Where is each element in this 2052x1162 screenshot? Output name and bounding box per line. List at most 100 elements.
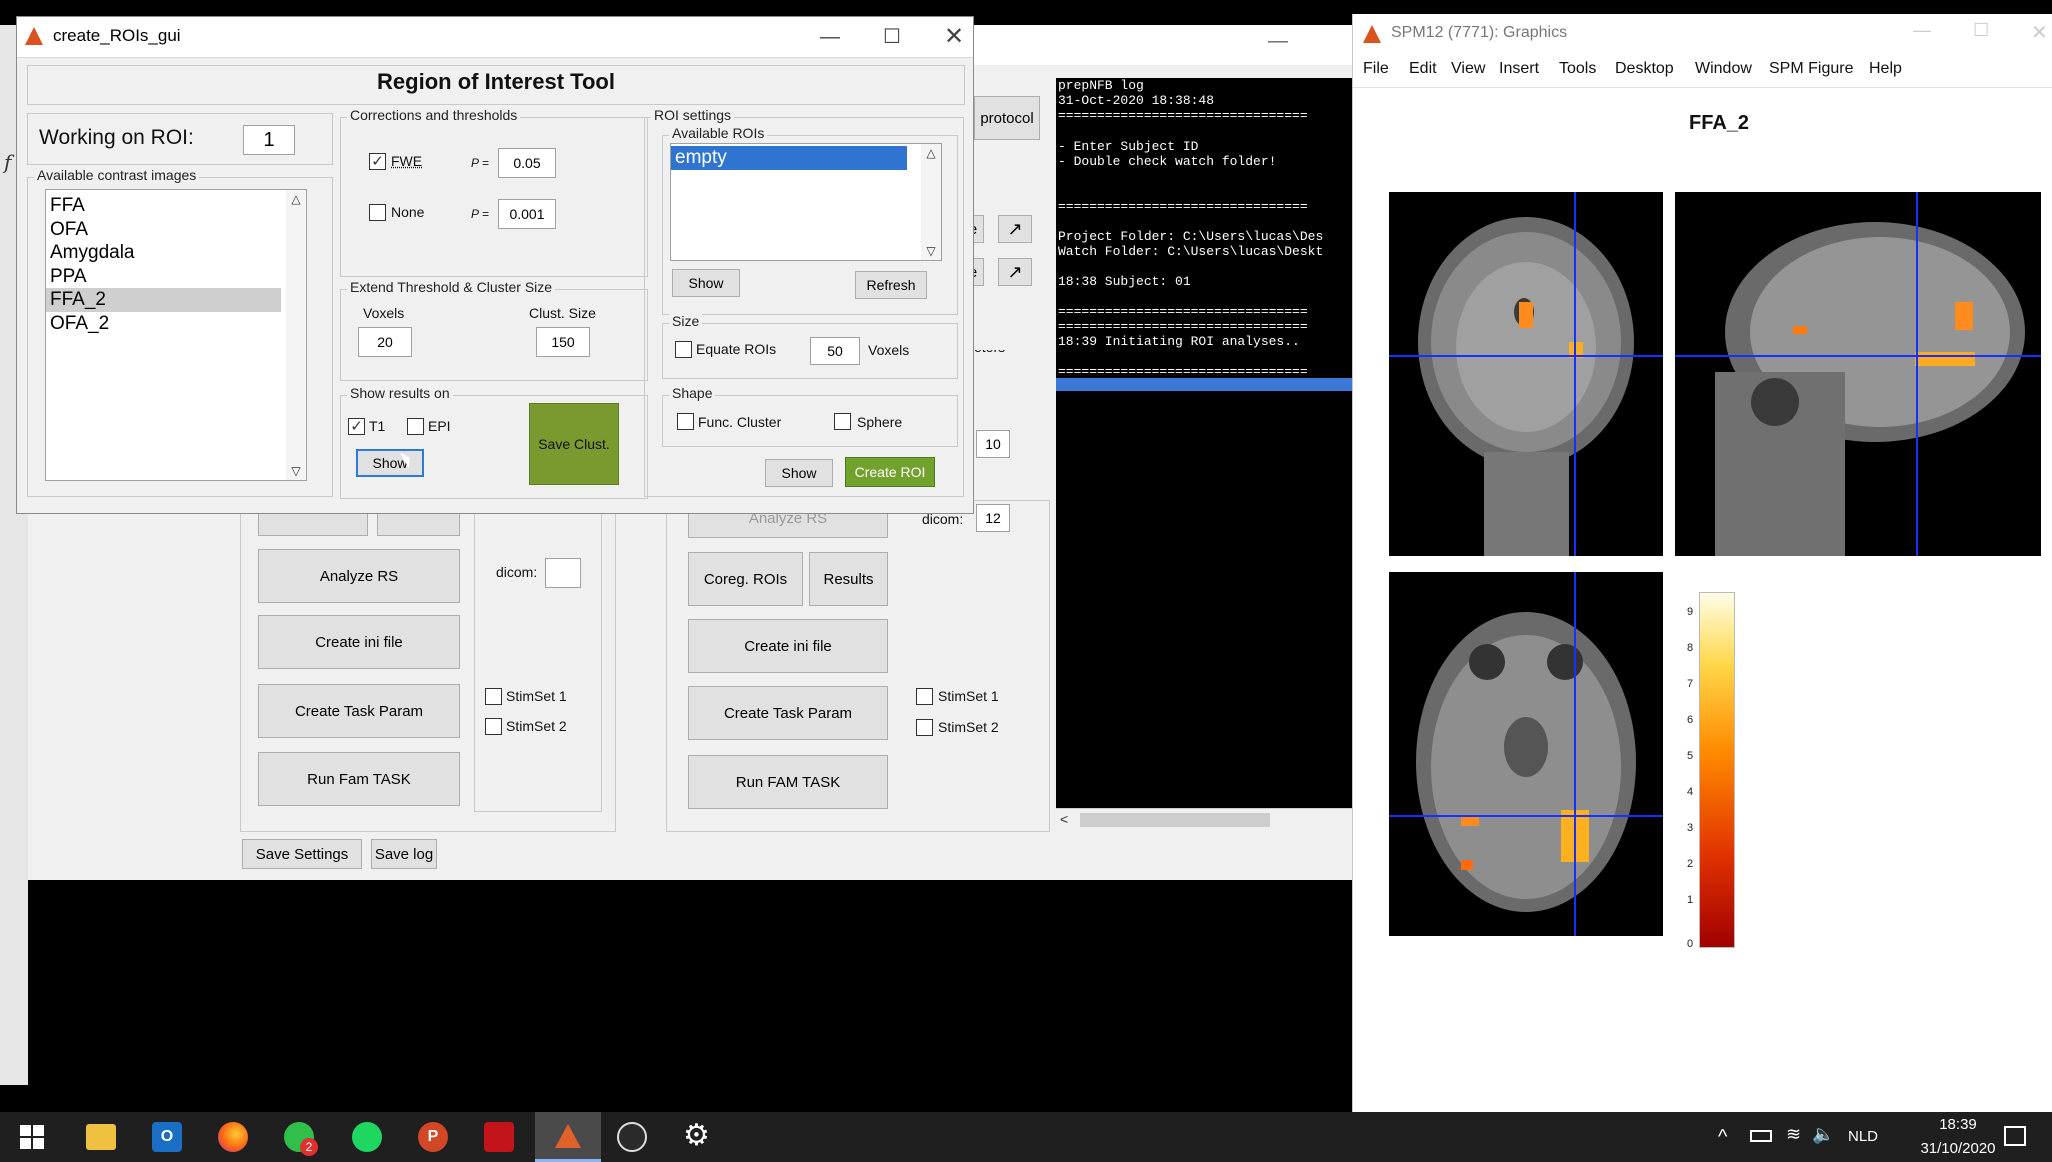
- menu-window[interactable]: Window: [1695, 60, 1752, 78]
- chevron-up-icon[interactable]: △: [286, 192, 306, 206]
- scroll-left-arrow-icon[interactable]: <: [1060, 811, 1068, 827]
- arrow-button-1[interactable]: ↗: [998, 215, 1032, 243]
- create-ini-file-button-right[interactable]: Create ini file: [688, 619, 888, 673]
- epi-checkbox[interactable]: [407, 418, 424, 435]
- save-log-button[interactable]: Save log: [371, 839, 437, 869]
- stimset1-checkbox-right[interactable]: [916, 688, 933, 705]
- close-icon[interactable]: ✕: [925, 21, 983, 53]
- save-settings-button[interactable]: Save Settings: [242, 839, 362, 869]
- contrast-list-scrollbar[interactable]: △ ▽: [286, 190, 306, 480]
- notification-badge: 2: [300, 1138, 318, 1156]
- t1-checkbox[interactable]: ✓: [348, 418, 365, 435]
- left-dicom-group: [474, 500, 602, 812]
- coronal-slice-image[interactable]: [1389, 192, 1663, 556]
- tray-chevron-icon[interactable]: ^: [1718, 1126, 1727, 1149]
- language-indicator[interactable]: NLD: [1848, 1128, 1878, 1145]
- rois-show-button[interactable]: Show: [672, 269, 740, 297]
- firefox-icon[interactable]: [218, 1122, 248, 1152]
- rois-list[interactable]: empty △ ▽: [670, 143, 942, 261]
- dicom-input-left[interactable]: [545, 558, 581, 588]
- create-ini-file-button-left[interactable]: Create ini file: [258, 615, 460, 669]
- func-cluster-checkbox[interactable]: [677, 413, 694, 430]
- list-item[interactable]: FFA: [46, 194, 280, 218]
- notification-center-icon[interactable]: [2004, 1126, 2026, 1146]
- menu-desktop[interactable]: Desktop: [1615, 60, 1674, 78]
- analyze-rs-button[interactable]: Analyze RS: [258, 549, 460, 603]
- menu-tools[interactable]: Tools: [1559, 60, 1596, 78]
- run-fam-task-button-left[interactable]: Run Fam TASK: [258, 752, 460, 806]
- p-fwe-input[interactable]: 0.05: [498, 148, 556, 178]
- contrast-list[interactable]: FFA OFA Amygdala PPA FFA_2 OFA_2 △ ▽: [45, 189, 307, 481]
- list-item[interactable]: OFA_2: [46, 312, 280, 336]
- maximize-icon[interactable]: ☐: [1973, 20, 1989, 41]
- menu-help[interactable]: Help: [1869, 60, 1902, 78]
- minimize-icon[interactable]: —: [1268, 30, 1288, 53]
- menu-spm-figure[interactable]: SPM Figure: [1769, 60, 1853, 78]
- battery-icon[interactable]: [1750, 1130, 1772, 1142]
- coreg-rois-button[interactable]: Coreg. ROIs: [688, 552, 803, 606]
- menu-edit[interactable]: Edit: [1409, 60, 1437, 78]
- stimset1-checkbox-left[interactable]: [485, 688, 502, 705]
- rois-list-scrollbar[interactable]: △ ▽: [921, 144, 941, 260]
- sagittal-slice-image[interactable]: [1675, 192, 2041, 556]
- dicom-input-right[interactable]: 12: [976, 504, 1010, 532]
- list-item-selected[interactable]: empty: [671, 146, 907, 170]
- volume-icon[interactable]: 🔈: [1812, 1124, 1834, 1145]
- fwe-checkbox[interactable]: ✓: [369, 153, 386, 170]
- refresh-button[interactable]: Refresh: [855, 271, 927, 299]
- equate-rois-checkbox[interactable]: [675, 341, 692, 358]
- list-item-selected[interactable]: FFA_2: [46, 288, 281, 312]
- menu-insert[interactable]: Insert: [1499, 60, 1539, 78]
- clock-time[interactable]: 18:39: [1918, 1116, 1998, 1133]
- chevron-up-icon[interactable]: △: [921, 146, 941, 160]
- minimize-icon[interactable]: —: [801, 21, 859, 53]
- wifi-icon[interactable]: ≋: [1786, 1124, 1801, 1145]
- powerpoint-icon[interactable]: P: [418, 1122, 448, 1152]
- maximize-icon[interactable]: ☐: [863, 21, 921, 53]
- sphere-checkbox[interactable]: [834, 413, 851, 430]
- menu-file[interactable]: File: [1363, 60, 1389, 78]
- create-task-param-button-left[interactable]: Create Task Param: [258, 684, 460, 738]
- none-checkbox[interactable]: [369, 204, 386, 221]
- stimset2-checkbox-right[interactable]: [916, 719, 933, 736]
- file-explorer-icon[interactable]: [86, 1124, 116, 1150]
- voxels-input[interactable]: 20: [358, 327, 412, 357]
- epi-label: EPI: [428, 418, 451, 434]
- run-fam-task-button-right[interactable]: Run FAM TASK: [688, 755, 888, 809]
- chevron-down-icon[interactable]: ▽: [286, 464, 306, 478]
- windows-start-icon[interactable]: [20, 1125, 44, 1149]
- list-item[interactable]: OFA: [46, 218, 280, 242]
- protocol-button[interactable]: protocol: [974, 96, 1040, 140]
- stimset2-checkbox-left[interactable]: [485, 718, 502, 735]
- matlab-taskbar-active[interactable]: [535, 1112, 601, 1162]
- value-10-input[interactable]: 10: [976, 430, 1010, 458]
- spotify-icon[interactable]: [352, 1122, 382, 1152]
- clust-size-input[interactable]: 150: [536, 327, 590, 357]
- show-results-button[interactable]: Show: [356, 449, 424, 477]
- results-button[interactable]: Results: [809, 552, 888, 606]
- list-item[interactable]: PPA: [46, 265, 280, 289]
- working-roi-label: Working on ROI:: [39, 126, 194, 149]
- axial-slice-image[interactable]: [1389, 572, 1663, 936]
- chevron-down-icon[interactable]: ▽: [921, 244, 941, 258]
- list-item[interactable]: Amygdala: [46, 241, 280, 265]
- scroll-thumb[interactable]: [1080, 813, 1270, 827]
- console-h-scrollbar[interactable]: <: [1056, 808, 1356, 830]
- arrow-button-2[interactable]: ↗: [998, 258, 1032, 286]
- gear-icon[interactable]: ⚙: [683, 1118, 710, 1153]
- size-input[interactable]: 50: [810, 337, 860, 365]
- acrobat-icon[interactable]: [484, 1122, 514, 1152]
- menu-view[interactable]: View: [1451, 60, 1485, 78]
- create-roi-button[interactable]: Create ROI: [845, 457, 935, 487]
- close-icon[interactable]: ✕: [2031, 20, 2048, 45]
- outlook-icon[interactable]: O: [152, 1122, 182, 1152]
- obs-icon[interactable]: [617, 1122, 647, 1152]
- create-task-param-button-right[interactable]: Create Task Param: [688, 686, 888, 740]
- p-none-input[interactable]: 0.001: [498, 199, 556, 229]
- show-roi-button[interactable]: Show: [765, 459, 833, 487]
- minimize-icon[interactable]: —: [1913, 20, 1931, 41]
- working-roi-input[interactable]: 1: [243, 125, 295, 155]
- clock-date[interactable]: 31/10/2020: [1908, 1140, 2008, 1157]
- contrast-group-title: Available contrast images: [34, 167, 200, 183]
- save-clust-button[interactable]: Save Clust.: [529, 403, 619, 485]
